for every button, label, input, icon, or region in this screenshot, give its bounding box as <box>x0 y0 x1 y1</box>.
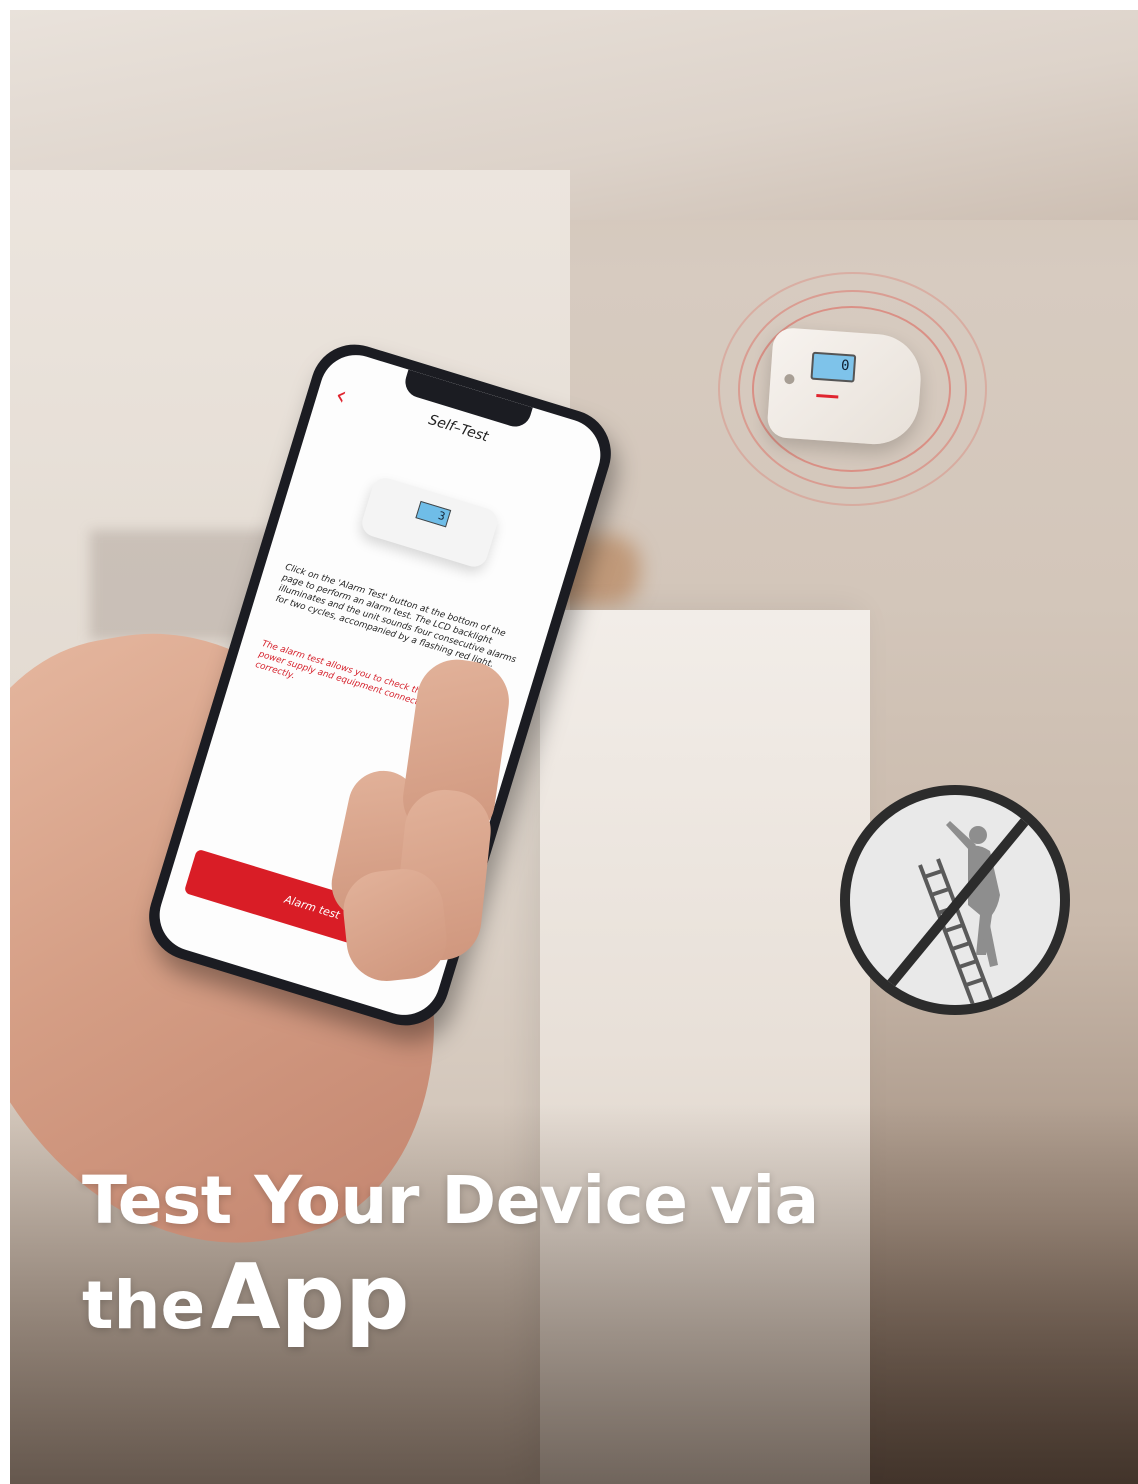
no-ladder-icon <box>840 785 1070 1015</box>
ceiling-co-detector: 0 <box>766 326 924 448</box>
finger <box>339 865 451 985</box>
headline-app: App <box>210 1245 410 1350</box>
no-ladder-illustration <box>886 811 1034 1005</box>
headline-line-1: Test Your Device via <box>82 1162 819 1239</box>
headline-line-2: the App <box>82 1248 1082 1373</box>
device-image: 3 <box>358 474 501 571</box>
ceiling-detector-sensor <box>784 373 795 385</box>
ceiling-detector-red-led <box>816 394 839 399</box>
headline: Test Your Device via the App <box>82 1160 1082 1373</box>
headline-the: the <box>82 1267 206 1344</box>
ceiling-detector-lcd: 0 <box>810 351 857 383</box>
product-image: 0 ‹ Self–Test 3 Click on the 'Alarm Test… <box>10 10 1138 1484</box>
device-lcd: 3 <box>415 500 452 528</box>
